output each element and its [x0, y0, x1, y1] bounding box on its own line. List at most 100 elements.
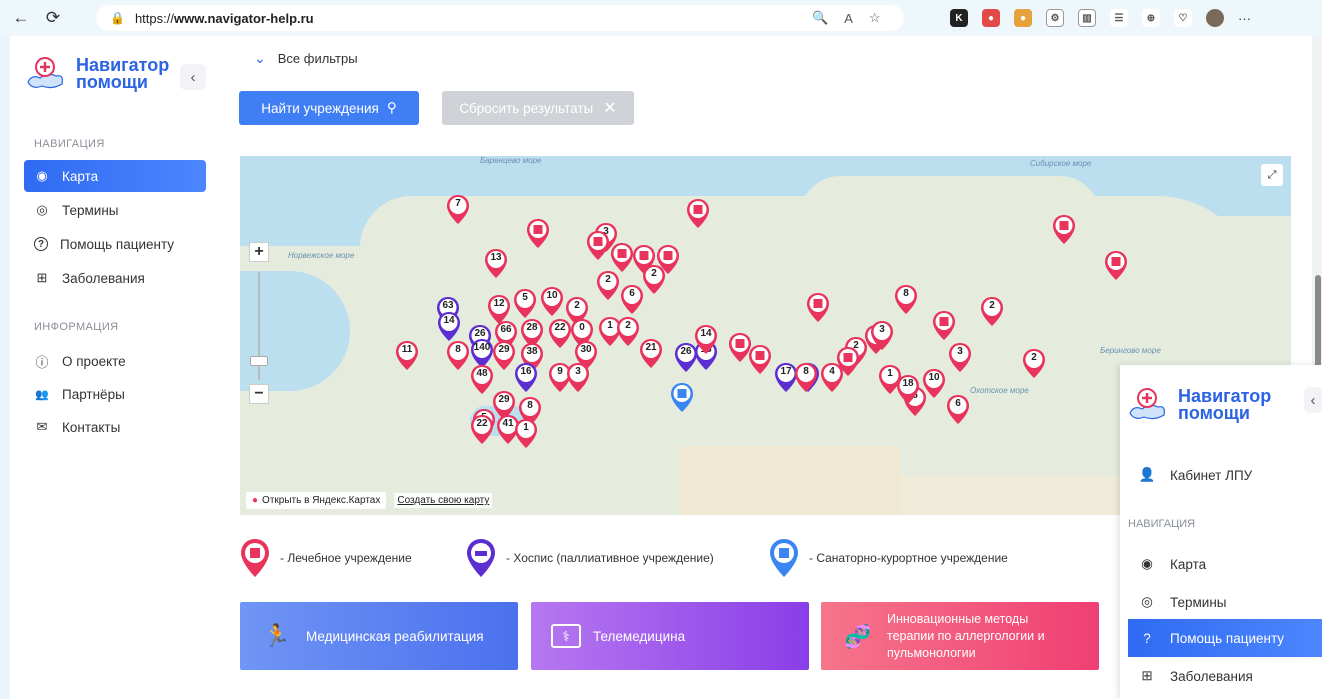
address-bar[interactable]: 🔒 https://www.navigator-help.ru [96, 5, 904, 31]
map-marker[interactable] [586, 230, 610, 261]
map-marker[interactable]: 22 [548, 318, 572, 349]
overlay-nav-title: НАВИГАЦИЯ [1128, 518, 1196, 530]
extension-red-icon[interactable]: ● [982, 9, 1000, 27]
sea-label: Охотское море [970, 386, 1029, 395]
map-marker[interactable]: 8 [894, 284, 918, 315]
map-marker[interactable] [670, 382, 694, 413]
overlay-item-map[interactable]: ◉ Карта [1128, 545, 1322, 583]
overlay-logo[interactable]: Навигатор помощи [1124, 385, 1271, 425]
find-institutions-button[interactable]: Найти учреждения ⚲ [239, 91, 419, 125]
overlay-item-patient-help[interactable]: ? Помощь пациенту [1128, 619, 1322, 657]
map-marker[interactable]: 2 [980, 296, 1004, 327]
sidebar-item-label: О проекте [62, 353, 126, 369]
map-marker[interactable]: 48 [470, 364, 494, 395]
create-map-link[interactable]: Создать свою карту [394, 493, 493, 508]
map-marker[interactable]: 3 [870, 320, 894, 351]
map-marker[interactable] [806, 292, 830, 323]
reset-results-button[interactable]: Сбросить результаты ✕ [442, 91, 634, 125]
sidebar-item-about[interactable]: ⓘ О проекте [24, 345, 206, 377]
map-marker[interactable] [932, 310, 956, 341]
map-marker[interactable]: 2 [616, 316, 640, 347]
favorite-icon[interactable]: ☆ [869, 10, 881, 26]
map-marker[interactable] [610, 242, 634, 273]
map-marker[interactable]: 14 [694, 324, 718, 355]
location-icon: ◉ [36, 168, 48, 183]
open-in-yandex-label: Открыть в Яндекс.Картах [262, 495, 381, 506]
card-medical-rehabilitation[interactable]: 🏃 Медицинская реабилитация [240, 602, 518, 670]
overlay-item-label: Помощь пациенту [1170, 630, 1285, 646]
map-marker[interactable]: 1 [878, 364, 902, 395]
map-marker[interactable]: 8 [794, 362, 818, 393]
map-marker[interactable]: 21 [639, 338, 663, 369]
zoom-slider-handle[interactable] [250, 356, 268, 366]
map-marker[interactable]: 22 [470, 414, 494, 445]
all-filters-toggle[interactable]: ⌄ Все фильтры [254, 50, 358, 67]
map-marker[interactable] [1104, 250, 1128, 281]
sidebar-item-terms[interactable]: ◎ Термины [24, 194, 206, 226]
card-telemedicine[interactable]: ⚕ Телемедицина [531, 602, 809, 670]
read-aloud-icon[interactable]: A [844, 11, 853, 26]
profile-avatar[interactable] [1206, 9, 1224, 27]
map-marker[interactable] [836, 346, 860, 377]
map-marker[interactable]: 3 [566, 362, 590, 393]
overlay-item-terms[interactable]: ◎ Термины [1128, 583, 1322, 621]
map-marker[interactable]: 2 [1022, 348, 1046, 379]
favorites-bar-icon[interactable]: ☰ [1110, 9, 1128, 27]
logo[interactable]: Навигатор помощи [22, 54, 169, 94]
card-label: Медицинская реабилитация [306, 628, 484, 644]
collections-icon[interactable]: ⊕ [1142, 9, 1160, 27]
scrollbar-thumb[interactable] [1315, 275, 1321, 370]
card-innovative-therapy[interactable]: 🧬 Инновационные методы терапии по аллерг… [821, 602, 1099, 670]
overlay-collapse-button[interactable]: ‹ [1304, 387, 1322, 413]
filters-label: Все фильтры [277, 51, 358, 66]
extension-orange-icon[interactable]: ● [1014, 9, 1032, 27]
map-marker[interactable]: 11 [395, 340, 419, 371]
map-marker[interactable]: 3 [948, 342, 972, 373]
map-marker[interactable] [748, 344, 772, 375]
zoom-out-button[interactable]: − [249, 384, 269, 404]
split-screen-icon[interactable]: ▥ [1078, 9, 1096, 27]
overlay-item-label: Заболевания [1170, 668, 1253, 684]
sidebar-item-diseases[interactable]: ⊞ Заболевания [24, 262, 206, 294]
sidebar-item-contacts[interactable]: ✉ Контакты [24, 411, 206, 443]
map-marker[interactable] [686, 198, 710, 229]
back-icon[interactable]: ← [10, 7, 32, 29]
map-marker[interactable] [656, 244, 680, 275]
overlay-item-diseases[interactable]: ⊞ Заболевания [1128, 657, 1322, 695]
reload-icon[interactable]: ⟳ [42, 7, 64, 29]
sidebar-item-partners[interactable]: 👥 Партнёры [24, 378, 206, 410]
sidebar-item-map[interactable]: ◉ Карта [24, 160, 206, 192]
open-in-yandex-link[interactable]: ● Открыть в Яндекс.Картах [246, 492, 387, 509]
zoom-in-button[interactable]: + [249, 242, 269, 262]
fullscreen-button[interactable]: ⤢ [1261, 164, 1283, 186]
reset-button-label: Сбросить результаты [459, 100, 594, 116]
sidebar: Навигатор помощи ‹ НАВИГАЦИЯ ◉ Карта ◎ Т… [10, 36, 218, 699]
map-marker[interactable]: 10 [540, 286, 564, 317]
map-marker[interactable]: 6 [620, 284, 644, 315]
logo-subtitle: помощи [1178, 403, 1250, 423]
extensions-icon[interactable]: ⚙ [1046, 9, 1064, 27]
map-marker[interactable] [526, 218, 550, 249]
collapse-sidebar-button[interactable]: ‹ [180, 64, 206, 90]
more-icon[interactable]: ··· [1238, 11, 1251, 26]
map-marker[interactable]: 29 [492, 340, 516, 371]
legend-sanatorium: - Санаторно-курортное учреждение [769, 538, 1008, 578]
map-marker[interactable]: 6 [946, 394, 970, 425]
map-marker[interactable]: 2 [596, 270, 620, 301]
map-marker[interactable]: 8 [446, 340, 470, 371]
question-icon: ? [34, 237, 48, 251]
map-marker[interactable] [632, 244, 656, 275]
zoom-icon[interactable]: 🔍 [812, 10, 828, 26]
sidebar-item-patient-help[interactable]: ? Помощь пациенту [24, 228, 206, 260]
map-marker[interactable]: 13 [484, 248, 508, 279]
map-marker[interactable] [1052, 214, 1076, 245]
logo-map-icon [1124, 385, 1172, 425]
map-marker[interactable]: 1 [514, 418, 538, 449]
cabinet-link[interactable]: 👤 Кабинет ЛПУ [1128, 456, 1322, 494]
map-marker[interactable]: 16 [514, 362, 538, 393]
map-marker[interactable]: 5 [513, 288, 537, 319]
map-marker[interactable]: 14 [437, 311, 461, 342]
map-marker[interactable]: 7 [446, 194, 470, 225]
performance-icon[interactable]: ♡ [1174, 9, 1192, 27]
extension-k-icon[interactable]: K [950, 9, 968, 27]
